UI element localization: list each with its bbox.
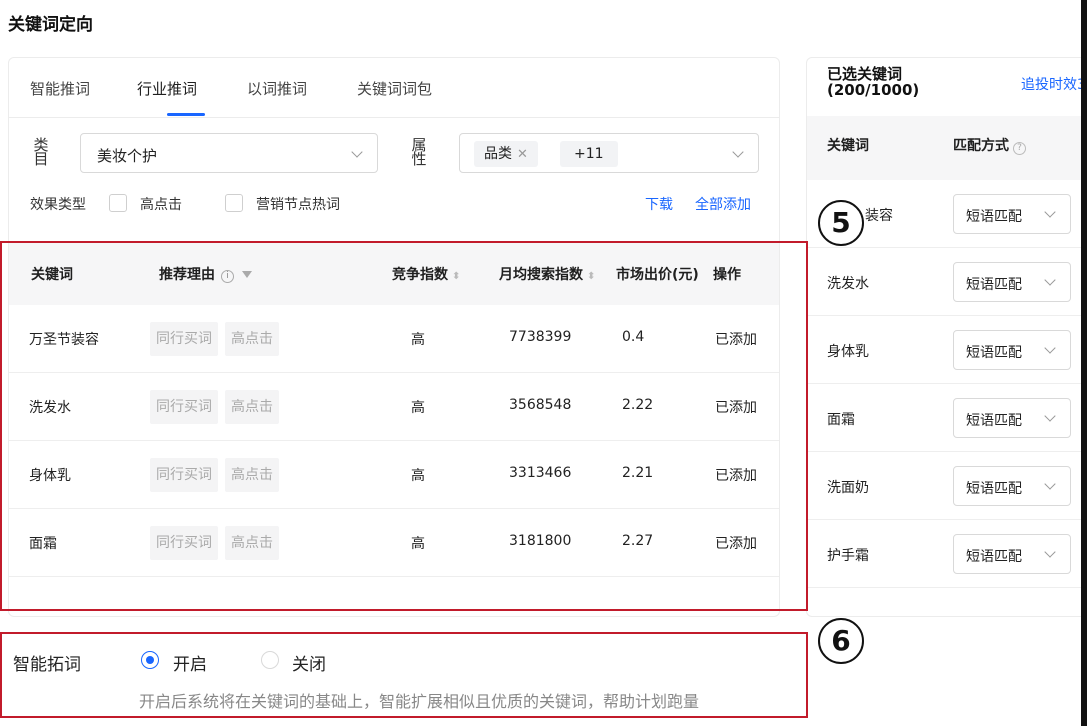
high-click-checkbox[interactable]: [109, 194, 127, 212]
match-type-select[interactable]: 短语匹配: [953, 194, 1071, 234]
match-type-value: 短语匹配: [966, 549, 1022, 565]
match-type-select[interactable]: 短语匹配: [953, 398, 1071, 438]
marketing-hot-checkbox[interactable]: [225, 194, 243, 212]
chevron-down-icon: [732, 146, 744, 158]
recommend-tabs: 智能推词 行业推词 以词推词 关键词词包: [9, 58, 779, 118]
download-link[interactable]: 下载: [645, 194, 673, 214]
retarget-link[interactable]: 追投时效3: [1021, 74, 1086, 94]
attribute-select[interactable]: 品类 ✕ +11: [459, 133, 759, 173]
tab-smart-recommend[interactable]: 智能推词: [30, 78, 90, 99]
selected-keyword: 面霜: [827, 412, 855, 428]
match-type-select[interactable]: 短语匹配: [953, 466, 1071, 506]
selected-keyword: 装容: [865, 208, 893, 224]
high-click-label: 高点击: [140, 197, 182, 213]
attribute-tag: 品类 ✕: [474, 141, 538, 167]
match-type-select[interactable]: 短语匹配: [953, 262, 1071, 302]
selected-row: 洗面奶 短语匹配: [807, 452, 1087, 520]
page-title: 关键词定向: [8, 15, 93, 35]
category-select[interactable]: 美妆个护: [80, 133, 378, 173]
tab-word-recommend[interactable]: 以词推词: [247, 78, 307, 99]
chevron-down-icon: [1044, 546, 1056, 558]
close-icon[interactable]: ✕: [517, 147, 528, 162]
match-type-select[interactable]: 短语匹配: [953, 534, 1071, 574]
selected-keyword: 洗面奶: [827, 480, 869, 496]
selected-keyword: 护手霜: [827, 548, 869, 564]
selected-row: 洗发水 短语匹配: [807, 248, 1087, 316]
annotation-badge-6: 6: [818, 618, 864, 664]
chevron-down-icon: [1044, 478, 1056, 490]
selected-title: 已选关键词 (200/1000): [827, 66, 919, 98]
chevron-down-icon: [1044, 410, 1056, 422]
match-type-value: 短语匹配: [966, 481, 1022, 497]
selected-header: 已选关键词 (200/1000) 追投时效3: [807, 58, 1087, 116]
help-icon[interactable]: ?: [1013, 142, 1026, 155]
attribute-tag-label: 品类: [484, 146, 512, 162]
match-type-value: 短语匹配: [966, 277, 1022, 293]
chevron-down-icon: [351, 146, 363, 158]
category-label: 类目: [33, 136, 49, 168]
chevron-down-icon: [1044, 342, 1056, 354]
attribute-label: 属性: [411, 136, 427, 168]
tab-industry-recommend[interactable]: 行业推词: [137, 78, 197, 99]
effect-type-label: 效果类型: [30, 197, 86, 213]
selected-row: 面霜 短语匹配: [807, 384, 1087, 452]
chevron-down-icon: [1044, 206, 1056, 218]
window-edge: [1081, 0, 1087, 726]
attribute-more-tag: +11: [560, 141, 618, 167]
annotation-badge-5: 5: [818, 200, 864, 246]
chevron-down-icon: [1044, 274, 1056, 286]
marketing-hot-label: 营销节点热词: [256, 197, 340, 213]
selected-keyword: 洗发水: [827, 276, 869, 292]
selected-count: (200/1000): [827, 81, 920, 99]
match-type-value: 短语匹配: [966, 345, 1022, 361]
th-match-type: 匹配方式?: [953, 135, 1026, 155]
selected-table-header: 关键词 匹配方式?: [807, 116, 1087, 180]
match-type-select[interactable]: 短语匹配: [953, 330, 1071, 370]
category-value: 美妆个护: [97, 147, 158, 165]
annotation-box-6: [0, 632, 808, 718]
tab-keyword-package[interactable]: 关键词词包: [357, 78, 432, 99]
selected-row: 身体乳 短语匹配: [807, 316, 1087, 384]
selected-keyword: 身体乳: [827, 344, 869, 360]
selected-row: 护手霜 短语匹配: [807, 520, 1087, 588]
active-tab-indicator: [167, 113, 205, 116]
match-type-value: 短语匹配: [966, 413, 1022, 429]
match-type-value: 短语匹配: [966, 209, 1022, 225]
add-all-link[interactable]: 全部添加: [695, 194, 751, 214]
selected-title-text: 已选关键词: [827, 65, 903, 83]
annotation-box-5: [0, 241, 808, 611]
selected-keywords-panel: 已选关键词 (200/1000) 追投时效3 关键词 匹配方式? 装容 短语匹配…: [806, 57, 1087, 617]
th-selected-keyword: 关键词: [827, 138, 869, 154]
